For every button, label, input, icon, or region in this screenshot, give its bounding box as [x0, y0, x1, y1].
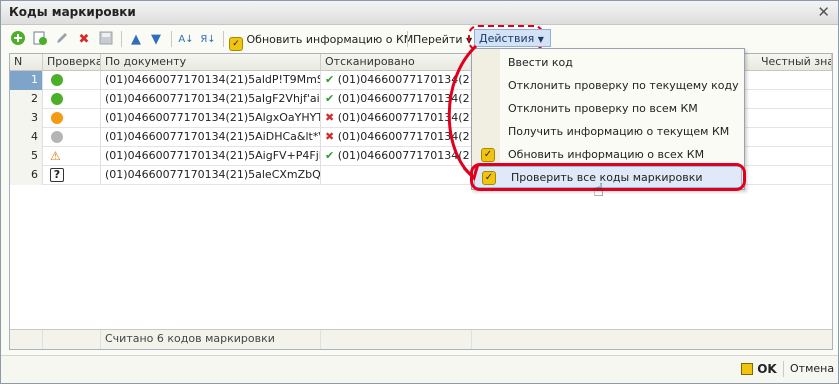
menu-item-reject-current[interactable]: Отклонить проверку по текущему коду	[472, 75, 744, 97]
hand-cursor-icon: ☝	[593, 180, 604, 201]
row-number: 5	[10, 147, 43, 166]
header-doc[interactable]: По документу	[101, 54, 321, 71]
status-green-icon	[51, 74, 63, 86]
warning-icon: ⚠	[50, 149, 61, 163]
scanned-cell: ✖ (01)04660077170134(21)5	[321, 128, 472, 147]
edit-icon[interactable]	[53, 30, 71, 48]
doc-code: (01)04660077170134(21)5aldP!T9MmSTg	[101, 71, 321, 90]
window-title: Коды маркировки	[9, 5, 136, 19]
check-icon: ✔	[325, 92, 335, 105]
save-ok-icon	[741, 363, 753, 375]
scanned-cell: ✔ (01)04660077170134(21)5	[321, 71, 472, 90]
doc-code: (01)04660077170134(21)5AigFV+P4FjNa	[101, 147, 321, 166]
move-down-icon[interactable]: ▼	[147, 30, 165, 48]
status-orange-icon	[51, 112, 63, 124]
bottom-bar: OK Отмена	[1, 355, 838, 383]
check-icon: ✔	[325, 73, 335, 86]
status-grey-icon	[51, 131, 63, 143]
menu-item-reject-all[interactable]: Отклонить проверку по всем КМ	[472, 98, 744, 120]
add-icon[interactable]	[9, 30, 27, 48]
row-number: 4	[10, 128, 43, 147]
status-cell	[43, 109, 101, 128]
cross-icon: ✖	[325, 111, 335, 124]
scanned-cell: ✖ (01)04660077170134(21)5	[321, 109, 472, 128]
status-cell	[43, 128, 101, 147]
move-up-icon[interactable]: ▲	[127, 30, 145, 48]
question-icon: ?	[50, 168, 64, 182]
title-bar: Коды маркировки ✕	[1, 1, 838, 25]
check-icon: ✔	[325, 149, 335, 162]
refresh-km-icon: ✓	[229, 37, 243, 51]
copy-icon[interactable]	[31, 30, 49, 48]
row-number: 3	[10, 109, 43, 128]
scanned-cell: ✔ (01)04660077170134(21)5	[321, 90, 472, 109]
doc-code: (01)04660077170134(21)5AiDHCa&lt*VV	[101, 128, 321, 147]
menu-item-enter-code[interactable]: Ввести код	[472, 52, 744, 74]
sort-asc-icon[interactable]: A↓	[177, 30, 195, 48]
header-scanned[interactable]: Отсканировано	[321, 54, 472, 71]
save-icon[interactable]	[97, 30, 115, 48]
delete-icon[interactable]: ✖	[75, 30, 93, 48]
doc-code: (01)04660077170134(21)5aleCXmZbQKEl	[101, 166, 321, 185]
header-n[interactable]: N	[10, 54, 43, 71]
cross-icon: ✖	[325, 130, 335, 143]
row-number: 2	[10, 90, 43, 109]
status-cell	[43, 90, 101, 109]
row-number: 1	[10, 71, 43, 90]
close-icon[interactable]: ✕	[817, 3, 830, 21]
check-all-highlight	[470, 163, 746, 191]
doc-code: (01)04660077170134(21)5aIgF2Vhjf'ai	[101, 90, 321, 109]
ok-button[interactable]: OK	[741, 362, 777, 376]
chevron-down-icon: ▼	[537, 35, 544, 44]
scanned-cell: ✔ (01)04660077170134(21)5	[321, 147, 472, 166]
goto-menu[interactable]: Перейти ▼	[413, 30, 472, 49]
cancel-button[interactable]: Отмена	[790, 362, 834, 375]
status-green-icon	[51, 93, 63, 105]
status-cell: ?	[43, 166, 101, 185]
codes-count: Считано 6 кодов маркировки	[101, 330, 321, 349]
status-cell	[43, 71, 101, 90]
refresh-km-icon: ✓	[481, 148, 495, 162]
header-honest-mark[interactable]: Честный знак	[757, 54, 832, 71]
table-footer: Считано 6 кодов маркировки	[10, 329, 832, 349]
refresh-km-button[interactable]: ✓ Обновить информацию о КМ	[229, 30, 413, 51]
status-cell: ⚠	[43, 147, 101, 166]
header-check[interactable]: Проверка	[43, 54, 101, 71]
row-number: 6	[10, 166, 43, 185]
sort-desc-icon[interactable]: Я↓	[199, 30, 217, 48]
actions-menu-button[interactable]: Действия ▼	[474, 29, 551, 47]
scanned-cell	[321, 166, 472, 185]
menu-item-get-info[interactable]: Получить информацию о текущем КМ	[472, 121, 744, 143]
doc-code: (01)04660077170134(21)5AlgxOaYHYTKz	[101, 109, 321, 128]
